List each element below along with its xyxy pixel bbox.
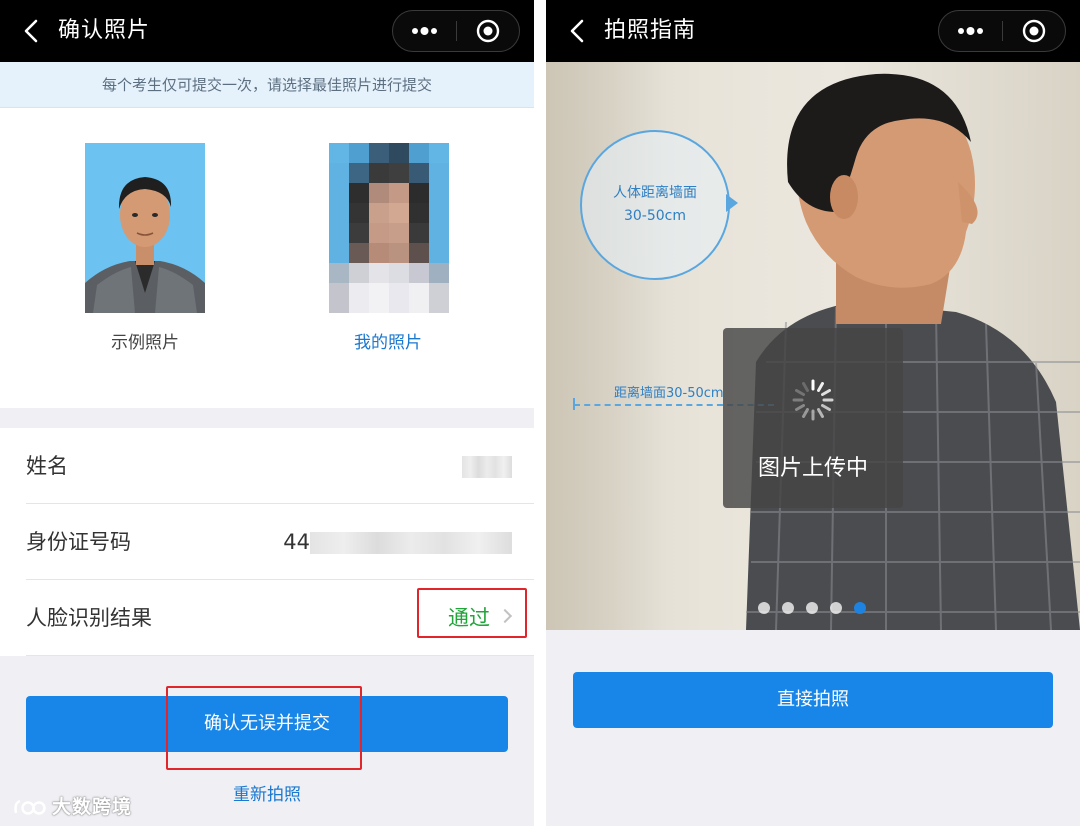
notice-text: 每个考生仅可提交一次，请选择最佳照片进行提交 xyxy=(101,76,432,94)
id-prefix: 44 xyxy=(283,530,310,554)
watermark-text: 大数跨境 xyxy=(52,796,133,818)
close-target-icon[interactable] xyxy=(457,11,520,51)
info-list: 姓名 身份证号码 44 人脸识别结果 通过 xyxy=(0,428,534,656)
watermark-logo-icon xyxy=(14,799,46,815)
notice-banner: 每个考生仅可提交一次，请选择最佳照片进行提交 xyxy=(0,62,534,108)
carousel-dot-active[interactable] xyxy=(854,602,866,614)
id-row: 身份证号码 44 xyxy=(0,504,534,580)
close-target-icon[interactable] xyxy=(1003,11,1066,51)
screenshot: 确认照片 每个考生仅可提交一次，请选择最佳照片进行提交 示例照片 我的照片 姓名… xyxy=(0,0,1080,826)
back-icon[interactable] xyxy=(18,17,46,45)
page-title: 确认照片 xyxy=(58,18,151,43)
confirm-photo-screen: 确认照片 每个考生仅可提交一次，请选择最佳照片进行提交 示例照片 我的照片 姓名… xyxy=(0,0,534,826)
miniprogram-capsule xyxy=(938,10,1066,52)
masked-name xyxy=(462,456,512,478)
sample-photo-caption: 示例照片 xyxy=(111,333,179,353)
my-photo-pixelated xyxy=(329,143,449,313)
watermark: 大数跨境 xyxy=(12,792,132,819)
miniprogram-capsule xyxy=(392,10,520,52)
my-photo[interactable] xyxy=(329,143,449,313)
carousel-dot[interactable] xyxy=(782,602,794,614)
bubble-line-1: 人体距离墙面 xyxy=(613,185,697,201)
name-label: 姓名 xyxy=(26,454,68,478)
more-icon[interactable] xyxy=(939,11,1002,51)
face-result-link[interactable]: 通过 xyxy=(448,598,513,638)
sample-photo xyxy=(85,143,205,313)
direct-photo-button[interactable]: 直接拍照 xyxy=(573,672,1053,728)
guide-carousel-image[interactable]: 人体距离墙面 30-50cm 距离墙面30-50cm 图片上传中 xyxy=(546,62,1080,630)
face-label: 人脸识别结果 xyxy=(26,606,152,630)
action-area: 确认无误并提交 重新拍照 大数跨境 xyxy=(0,656,534,826)
back-icon[interactable] xyxy=(564,17,592,45)
photo-guide-screen: 拍照指南 人体距离墙面 30-50cm 距离墙面30-50cm 图片上传中 直接… xyxy=(546,0,1080,826)
face-result-text: 通过 xyxy=(448,606,490,630)
carousel-dot[interactable] xyxy=(806,602,818,614)
name-value-masked xyxy=(462,428,512,504)
face-row: 人脸识别结果 通过 xyxy=(0,580,534,656)
distance-bubble xyxy=(580,130,730,280)
distance-label: 距离墙面30-50cm xyxy=(614,386,724,401)
carousel-dot[interactable] xyxy=(830,602,842,614)
section-separator xyxy=(0,408,534,428)
bubble-line-2: 30-50cm xyxy=(623,208,686,224)
loading-spinner-icon xyxy=(792,379,834,421)
name-row: 姓名 xyxy=(0,428,534,504)
id-value: 44 xyxy=(283,504,512,580)
page-title: 拍照指南 xyxy=(604,18,697,43)
masked-id xyxy=(310,532,512,554)
confirm-submit-button[interactable]: 确认无误并提交 xyxy=(26,696,508,752)
my-photo-caption[interactable]: 我的照片 xyxy=(298,328,478,353)
more-icon[interactable] xyxy=(393,11,456,51)
chevron-right-icon xyxy=(497,608,513,624)
loading-text: 图片上传中 xyxy=(757,456,868,481)
carousel-dot[interactable] xyxy=(758,602,770,614)
panel-gap xyxy=(534,0,546,826)
nav-bar: 拍照指南 xyxy=(546,0,1080,62)
nav-bar: 确认照片 xyxy=(0,0,534,62)
sample-person-image xyxy=(85,143,205,313)
loading-toast: 图片上传中 xyxy=(723,328,903,508)
photo-comparison: 示例照片 我的照片 xyxy=(0,108,534,408)
id-label: 身份证号码 xyxy=(26,530,131,554)
